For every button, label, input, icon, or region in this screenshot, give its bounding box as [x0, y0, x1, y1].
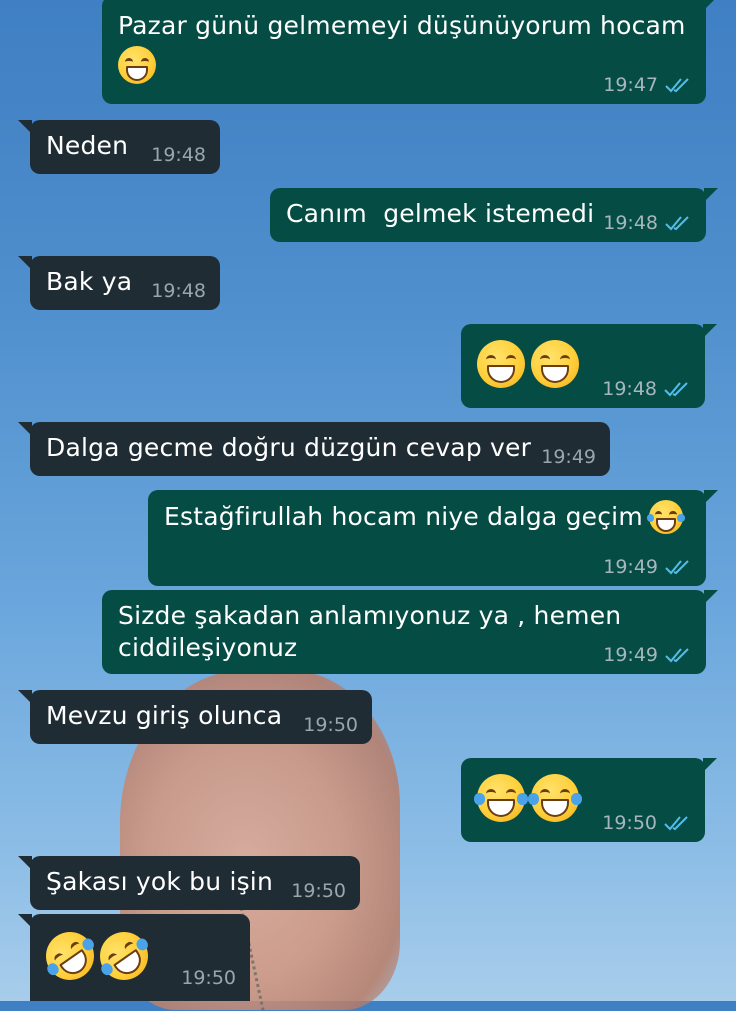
double-check-blue-icon [665, 216, 689, 231]
message-time: 19:49 [603, 556, 658, 578]
message-outgoing[interactable]: 19:48 [461, 324, 717, 408]
rofl-icon [90, 922, 158, 990]
message-incoming[interactable]: Dalga gecme doğru düzgün cevap ver 19:49 [18, 422, 610, 476]
double-check-blue-icon [664, 816, 688, 831]
double-check-blue-icon [665, 78, 689, 93]
message-text: Dalga gecme doğru düzgün cevap ver [46, 433, 532, 462]
tears-of-joy-icon [474, 774, 528, 822]
message-time: 19:50 [303, 714, 358, 736]
message-incoming[interactable]: Bak ya 19:48 [18, 256, 220, 310]
message-text: Pazar günü gelmemeyi düşünüyorum hocam [118, 11, 686, 40]
grin-icon [477, 340, 525, 388]
grin-icon [118, 46, 156, 84]
tears-of-joy-icon [528, 774, 582, 822]
message-incoming[interactable]: 19:50 [18, 914, 250, 1001]
message-time: 19:48 [602, 378, 657, 400]
message-outgoing[interactable]: Estağfirullah hocam niye dalga geçim 19:… [148, 490, 718, 586]
tears-of-joy-icon [646, 500, 685, 534]
grin-icon [531, 340, 579, 388]
message-outgoing[interactable]: 19:50 [461, 758, 717, 842]
rofl-icon [36, 922, 104, 990]
double-check-blue-icon [664, 382, 688, 397]
message-time: 19:48 [603, 212, 658, 234]
message-outgoing[interactable]: Canım gelmek istemedi 19:48 [270, 188, 718, 242]
message-time: 19:50 [602, 812, 657, 834]
message-time: 19:48 [151, 144, 206, 166]
message-time: 19:49 [541, 446, 596, 468]
message-time: 19:48 [151, 280, 206, 302]
message-time: 19:49 [603, 644, 658, 666]
message-time: 19:47 [603, 74, 658, 96]
message-incoming[interactable]: Mevzu giriş olunca 19:50 [18, 690, 372, 744]
message-text: Estağfirullah hocam niye dalga geçim [164, 502, 643, 531]
message-incoming[interactable]: Şakası yok bu işin 19:50 [18, 856, 360, 910]
double-check-blue-icon [665, 560, 689, 575]
double-check-blue-icon [665, 648, 689, 663]
message-text: Sizde şakadan anlamıyonuz ya , hemen cid… [118, 601, 630, 662]
message-incoming[interactable]: Neden 19:48 [18, 120, 220, 174]
message-outgoing[interactable]: Pazar günü gelmemeyi düşünüyorum hocam 1… [102, 0, 718, 104]
message-time: 19:50 [181, 967, 236, 989]
message-time: 19:50 [291, 880, 346, 902]
message-outgoing[interactable]: Sizde şakadan anlamıyonuz ya , hemen cid… [102, 590, 718, 674]
